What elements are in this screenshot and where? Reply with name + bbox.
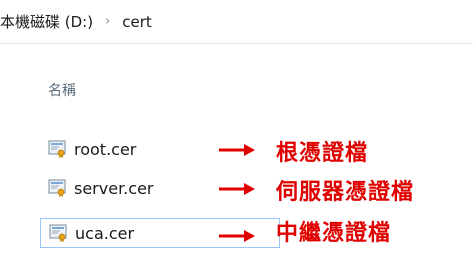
certificate-file-icon bbox=[49, 224, 67, 242]
right-arrow-icon bbox=[219, 230, 255, 242]
file-name: root.cer bbox=[74, 139, 137, 159]
breadcrumb-folder[interactable]: cert bbox=[122, 13, 152, 31]
certificate-file-icon bbox=[48, 140, 66, 158]
right-arrow-icon bbox=[219, 144, 255, 156]
annotation-root: 根憑證檔 bbox=[276, 140, 369, 166]
annotation-server: 伺服器憑證檔 bbox=[276, 179, 415, 205]
right-arrow-icon bbox=[219, 183, 255, 195]
file-name: server.cer bbox=[74, 178, 154, 198]
file-name: uca.cer bbox=[75, 223, 135, 243]
column-header-name[interactable]: 名稱 bbox=[48, 80, 76, 100]
breadcrumb-drive[interactable]: 本機磁碟 (D:) bbox=[0, 11, 93, 32]
certificate-file-icon bbox=[48, 179, 66, 197]
annotation-uca: 中繼憑證檔 bbox=[276, 220, 392, 246]
breadcrumb: 本機磁碟 (D:) › cert bbox=[0, 0, 473, 44]
chevron-right-icon[interactable]: › bbox=[105, 14, 110, 29]
